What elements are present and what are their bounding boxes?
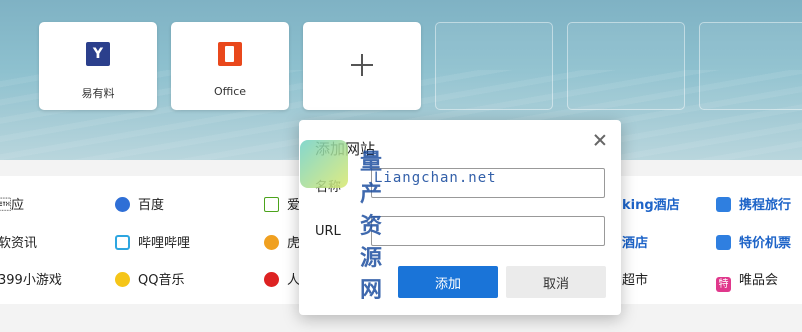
tile-label: 易有料 (81, 87, 115, 100)
iqiyi-icon (264, 197, 279, 212)
vip-icon: 特 (716, 277, 731, 292)
site-link[interactable]: 399小游戏 (0, 269, 62, 288)
watermark-text: 量产资源网 (360, 150, 384, 303)
bilibili-tv-icon (115, 235, 130, 250)
speed-dial-tile-yiyouliao[interactable]: Y 易有料 (39, 22, 157, 110)
site-link-qqmusic[interactable]: QQ音乐 (115, 269, 184, 288)
huya-icon (264, 235, 279, 250)
empty-tile[interactable] (435, 22, 553, 110)
site-link-bilibili[interactable]: 哔哩哔哩 (115, 232, 190, 251)
site-link-ctrip[interactable]: 携程旅行 (716, 194, 791, 213)
tile-label: Office (213, 85, 247, 98)
site-link-supermarket[interactable]: 超市 (622, 269, 648, 288)
renmin-icon (264, 272, 279, 287)
site-link-baidu[interactable]: 百度 (115, 194, 164, 213)
url-label: URL (315, 224, 341, 239)
site-link[interactable]: 应 (0, 194, 24, 213)
watermark-url: Liangchan.net (374, 170, 497, 186)
add-tile-button[interactable] (303, 22, 421, 110)
baidu-paw-icon (115, 197, 130, 212)
add-button[interactable]: 添加 (398, 266, 498, 298)
empty-tile[interactable] (567, 22, 685, 110)
site-link-iqiyi[interactable]: 爱 (264, 194, 300, 213)
plus-icon (351, 54, 373, 76)
site-link-vip[interactable]: 特唯品会 (716, 269, 778, 292)
close-icon[interactable] (593, 133, 607, 147)
yiyouliao-logo-icon: Y (86, 42, 110, 66)
site-link-huya[interactable]: 虎 (264, 232, 300, 251)
url-input[interactable] (371, 216, 605, 246)
cancel-button[interactable]: 取消 (506, 266, 606, 298)
ctrip-icon (716, 197, 731, 212)
site-link-renmin[interactable]: 人 (264, 269, 300, 288)
watermark-logo-icon (300, 140, 348, 188)
ctrip-icon (716, 235, 731, 250)
site-link-booking[interactable]: king酒店 (622, 194, 680, 213)
empty-tile[interactable] (699, 22, 802, 110)
qq-music-icon (115, 272, 130, 287)
site-link[interactable]: 软资讯 (0, 232, 37, 251)
site-link-hotel[interactable]: 酒店 (622, 232, 648, 251)
site-link-flights[interactable]: 特价机票 (716, 232, 791, 251)
speed-dial-tile-office[interactable]: Office (171, 22, 289, 110)
office-logo-icon (218, 42, 242, 66)
